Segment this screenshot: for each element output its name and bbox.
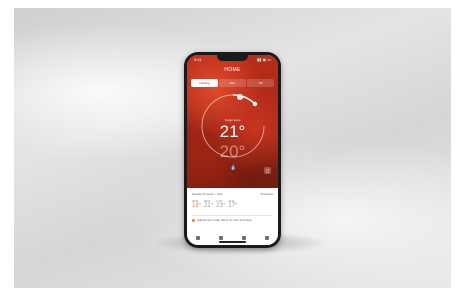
phone-notch xyxy=(217,55,248,61)
expand-button[interactable]: ▢ xyxy=(264,167,271,174)
status-icons: ▮▮ ◉ ▭ xyxy=(257,57,271,62)
dial-progress xyxy=(232,94,256,105)
phone-device: 9:41 ▮▮ ◉ ▭ HOME Heating Eco Off Target … xyxy=(184,52,281,248)
stage: 9:41 ▮▮ ◉ ▭ HOME Heating Eco Off Target … xyxy=(0,0,462,296)
schedule-title: Weekly Program • Now xyxy=(192,192,223,196)
settings-icon[interactable] xyxy=(264,236,269,240)
phone-screen: 9:41 ▮▮ ◉ ▭ HOME Heating Eco Off Target … xyxy=(187,55,278,245)
schedule-slots: 06:00 19° 08:00 21° 17:00 23° 22:00 17° xyxy=(192,200,273,210)
stats-icon[interactable] xyxy=(219,236,224,240)
schedule-slot[interactable]: 08:00 21° xyxy=(204,200,213,210)
schedule-slot[interactable]: 06:00 19° xyxy=(192,200,201,210)
tab-off[interactable]: Off xyxy=(247,79,274,87)
dial-handle[interactable] xyxy=(252,101,258,107)
info-row: Adjustments take effect on next schedule xyxy=(192,218,252,222)
app-title: HOME xyxy=(224,67,241,73)
mode-tabs: Heating Eco Off xyxy=(191,79,274,87)
schedule-slot[interactable]: 22:00 17° xyxy=(228,200,237,210)
calendar-icon[interactable] xyxy=(241,236,246,240)
status-time: 9:41 xyxy=(194,57,202,62)
current-temperature: 20° xyxy=(219,142,246,161)
schedule-panel: Weekly Program • Now Schedule 06:00 19° … xyxy=(187,188,278,245)
home-icon[interactable] xyxy=(196,236,201,240)
slot-temp: 23° xyxy=(216,203,226,209)
target-temperature: 21° xyxy=(219,122,246,141)
slot-temp: 17° xyxy=(228,203,238,209)
schedule-link[interactable]: Schedule xyxy=(260,192,273,196)
divider xyxy=(192,215,273,216)
dial-knob[interactable] xyxy=(237,94,243,100)
slot-temp: 19° xyxy=(192,203,202,209)
drop-icon: 💧 xyxy=(230,165,237,171)
schedule-header: Weekly Program • Now Schedule xyxy=(192,192,273,196)
info-icon xyxy=(192,218,195,222)
slot-temp: 21° xyxy=(204,203,214,209)
tab-eco[interactable]: Eco xyxy=(219,79,246,87)
tab-heating[interactable]: Heating xyxy=(191,79,218,87)
info-text: Adjustments take effect on next schedule xyxy=(197,218,252,222)
home-indicator xyxy=(219,241,246,243)
schedule-slot[interactable]: 17:00 23° xyxy=(216,200,225,210)
